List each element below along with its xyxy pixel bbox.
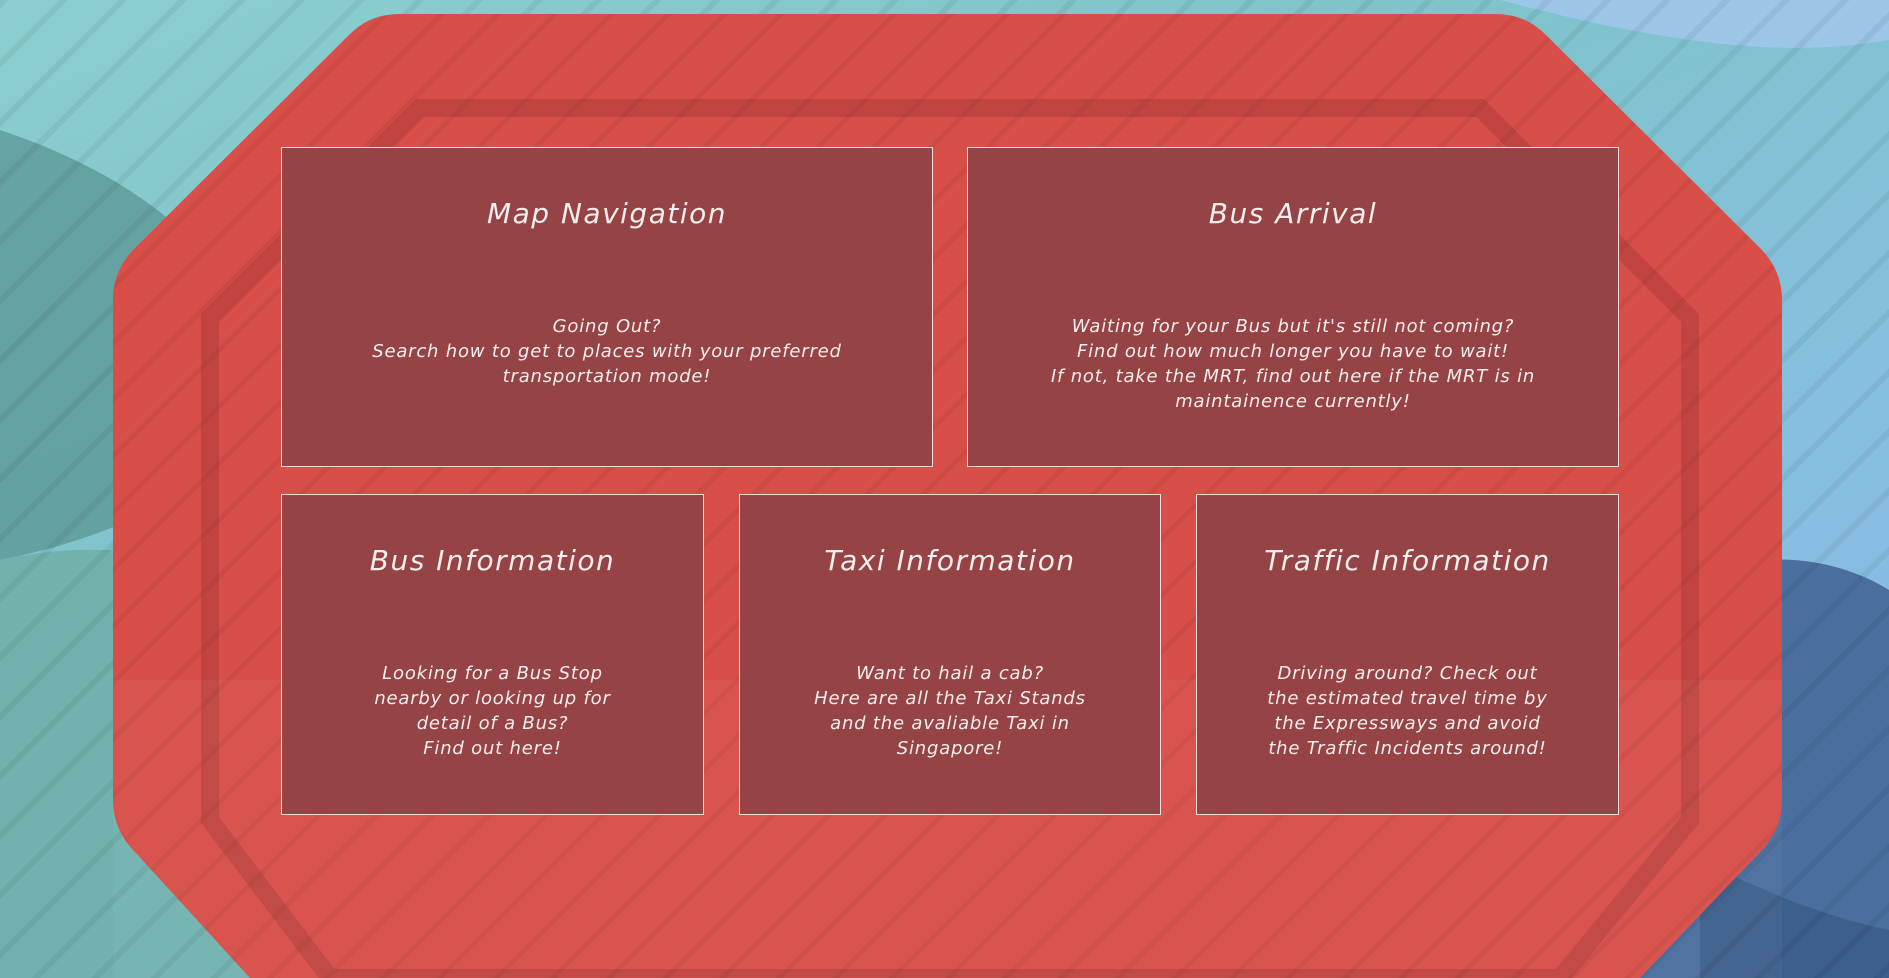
card-description: Want to hail a cab? Here are all the Tax… [814, 663, 1086, 759]
card-title: Traffic Information [1264, 544, 1551, 577]
bus-information-card[interactable]: Bus Information Looking for a Bus Stop n… [281, 494, 704, 815]
traffic-information-card[interactable]: Traffic Information Driving around? Chec… [1196, 494, 1619, 815]
card-title: Bus Information [369, 544, 616, 577]
map-navigation-card[interactable]: Map Navigation Going Out? Search how to … [281, 147, 933, 467]
taxi-information-card[interactable]: Taxi Information Want to hail a cab? Her… [739, 494, 1161, 815]
card-title: Map Navigation [486, 197, 727, 230]
bus-arrival-card[interactable]: Bus Arrival Waiting for your Bus but it'… [967, 147, 1619, 467]
card-description: Waiting for your Bus but it's still not … [1050, 316, 1536, 412]
card-description: Going Out? Search how to get to places w… [372, 316, 842, 387]
card-title: Taxi Information [824, 544, 1076, 577]
card-title: Bus Arrival [1208, 197, 1378, 230]
card-description: Driving around? Check out the estimated … [1267, 663, 1548, 759]
card-description: Looking for a Bus Stop nearby or looking… [374, 663, 611, 759]
